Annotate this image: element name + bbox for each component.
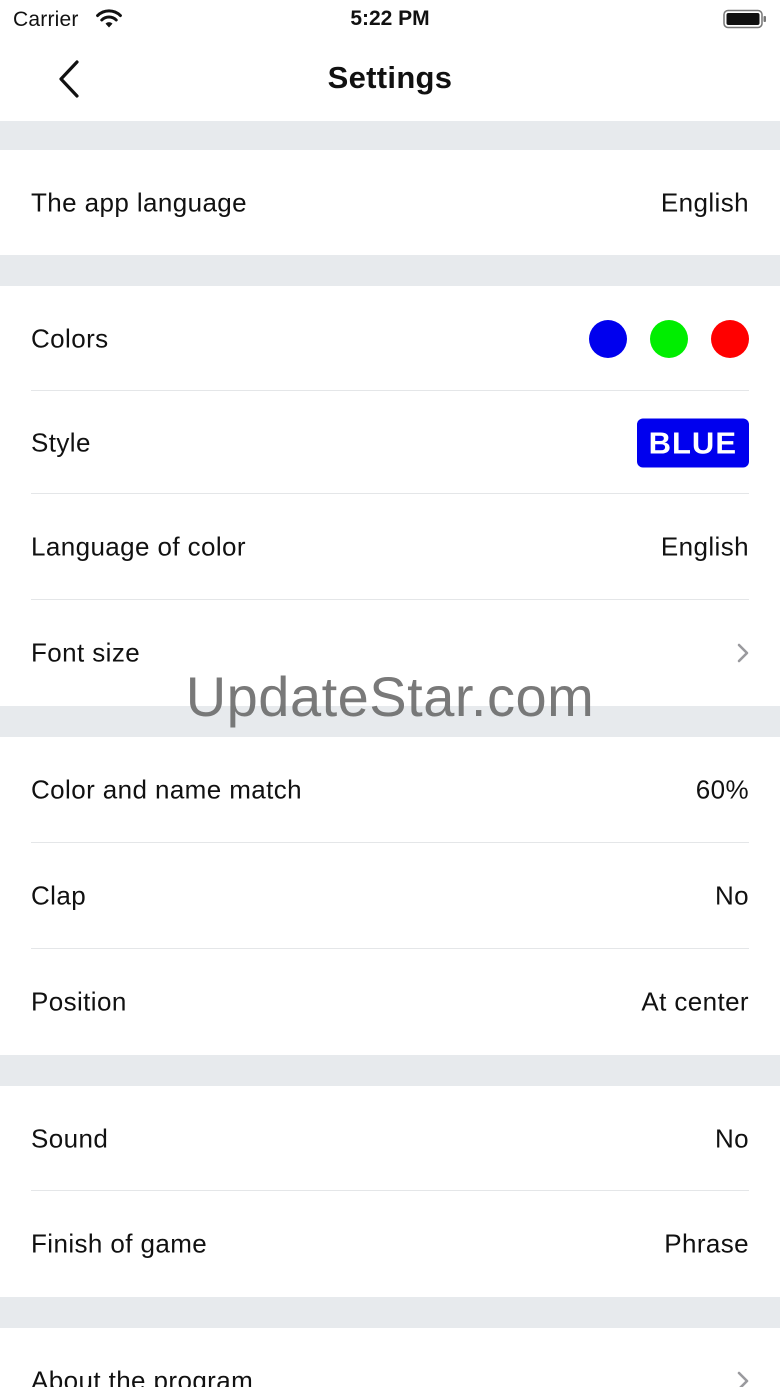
sound-label: Sound: [31, 1123, 109, 1153]
sound-value: No: [714, 1123, 749, 1153]
position-value: At center: [641, 986, 749, 1017]
about-row[interactable]: About the program: [0, 1328, 780, 1387]
finish-of-game-value: Phrase: [664, 1228, 749, 1259]
language-of-color-value: English: [660, 531, 749, 562]
finish-of-game-label: Finish of game: [31, 1228, 208, 1259]
section-separator: [0, 706, 780, 737]
style-row[interactable]: Style BLUE: [0, 391, 780, 494]
settings-screen: Carrier 5:22 PM Settings The app languag…: [0, 0, 780, 1387]
position-row[interactable]: Position At center: [0, 949, 780, 1055]
app-language-value: English: [660, 187, 749, 217]
style-label: Style: [31, 427, 91, 457]
section-separator: [0, 1055, 780, 1086]
clap-value: No: [714, 880, 749, 911]
colors-row[interactable]: Colors: [0, 286, 780, 391]
sound-row[interactable]: Sound No: [0, 1086, 780, 1191]
position-label: Position: [31, 986, 127, 1017]
finish-of-game-row[interactable]: Finish of game Phrase: [0, 1191, 780, 1297]
color-name-match-value: 60%: [695, 774, 749, 805]
clap-row[interactable]: Clap No: [0, 843, 780, 949]
section-separator: [0, 255, 780, 286]
page-title: Settings: [327, 60, 453, 95]
app-language-label: The app language: [31, 187, 248, 217]
section-separator: [0, 1297, 780, 1328]
font-size-row[interactable]: Font size: [0, 600, 780, 706]
status-bar: Carrier 5:22 PM: [0, 0, 780, 40]
navigation-bar: Settings: [0, 40, 780, 121]
font-size-label: Font size: [31, 637, 141, 668]
language-of-color-label: Language of color: [31, 531, 246, 562]
colors-label: Colors: [31, 323, 109, 353]
chevron-right-icon: [737, 1371, 749, 1387]
clap-label: Clap: [31, 880, 87, 911]
color-name-match-row[interactable]: Color and name match 60%: [0, 737, 780, 843]
color-dot-red: [711, 319, 749, 358]
color-dots: [589, 319, 749, 358]
section-separator: [0, 121, 780, 150]
status-time: 5:22 PM: [350, 7, 430, 30]
color-name-match-label: Color and name match: [31, 774, 303, 805]
chevron-right-icon: [737, 643, 749, 663]
app-language-row[interactable]: The app language English: [0, 150, 780, 255]
style-badge: BLUE: [636, 418, 749, 467]
color-dot-green: [650, 319, 688, 358]
color-dot-blue: [589, 319, 627, 358]
battery-icon: [723, 9, 766, 29]
about-label: About the program: [31, 1365, 254, 1387]
language-of-color-row[interactable]: Language of color English: [0, 494, 780, 600]
